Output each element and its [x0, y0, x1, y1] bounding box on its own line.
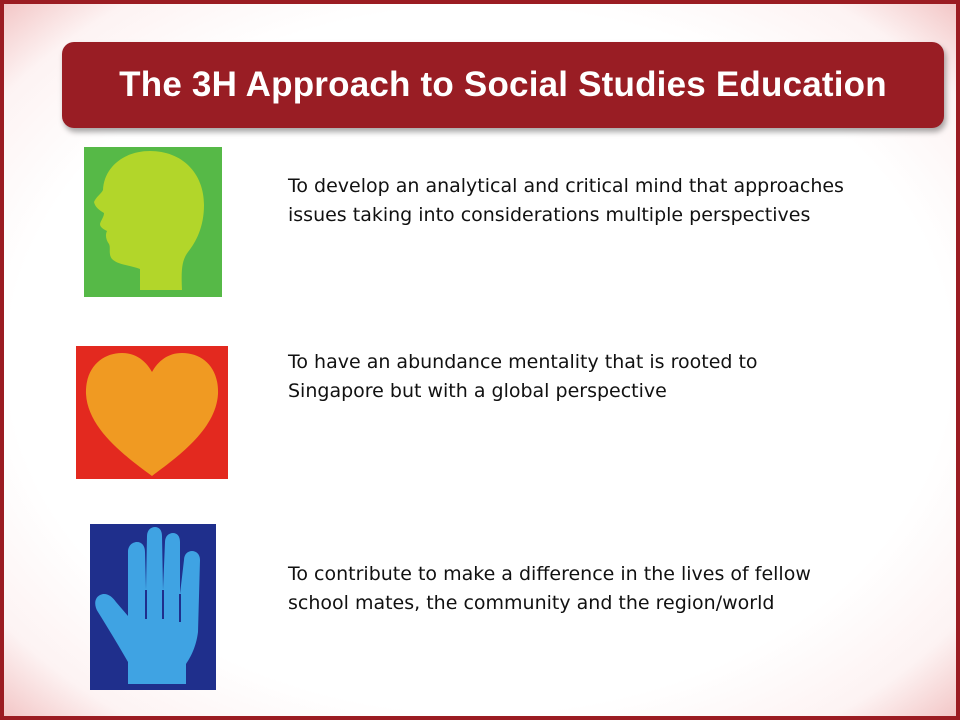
- title-banner: The 3H Approach to Social Studies Educat…: [62, 42, 944, 128]
- heart-icon: [76, 346, 228, 479]
- hand-description: To contribute to make a difference in th…: [288, 563, 811, 614]
- head-description: To develop an analytical and critical mi…: [288, 175, 844, 226]
- slide: The 3H Approach to Social Studies Educat…: [0, 0, 960, 720]
- page-title: The 3H Approach to Social Studies Educat…: [119, 65, 887, 104]
- head-icon: [84, 147, 222, 297]
- hand-icon: [90, 524, 216, 690]
- heart-description: To have an abundance mentality that is r…: [288, 351, 758, 402]
